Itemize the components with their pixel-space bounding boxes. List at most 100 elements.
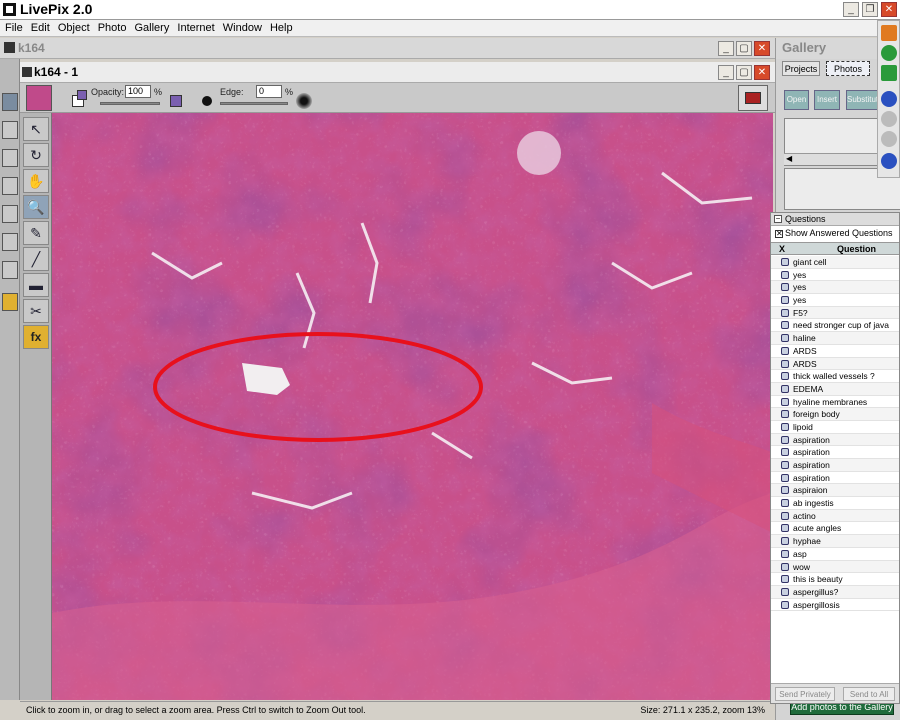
question-row[interactable]: yes xyxy=(771,281,899,295)
strip-icon-3[interactable] xyxy=(2,149,18,167)
question-status-icon[interactable] xyxy=(781,499,789,508)
question-row[interactable]: yes xyxy=(771,269,899,282)
menu-internet[interactable]: Internet xyxy=(172,20,214,34)
menu-edit[interactable]: Edit xyxy=(26,20,50,34)
edge-input[interactable]: 0 xyxy=(256,85,282,98)
strip-icon-7[interactable] xyxy=(2,261,18,279)
inner-close-button[interactable]: ✕ xyxy=(754,65,770,80)
pause-icon[interactable] xyxy=(881,91,897,107)
question-status-icon[interactable] xyxy=(781,258,789,266)
rotate-tool-icon[interactable]: ↻ xyxy=(23,143,49,167)
show-answered-row[interactable]: ✕ Show Answered Questions xyxy=(771,227,899,241)
cutout-tool-icon[interactable]: ✂ xyxy=(23,299,49,323)
question-status-icon[interactable] xyxy=(781,372,789,381)
question-status-icon[interactable] xyxy=(781,461,789,469)
effects-tool-icon[interactable]: fx xyxy=(23,325,49,349)
edge-slider[interactable] xyxy=(220,102,288,105)
insert-button[interactable]: Insert xyxy=(814,90,840,110)
question-status-icon[interactable] xyxy=(781,575,789,584)
hand-tool-icon[interactable]: ✋ xyxy=(23,169,49,193)
restore-button[interactable]: ❐ xyxy=(862,2,878,17)
question-row[interactable]: ARDS xyxy=(771,345,899,358)
outer-restore-button[interactable]: ▢ xyxy=(736,41,752,56)
tab-projects[interactable]: Projects xyxy=(782,61,820,76)
question-status-icon[interactable] xyxy=(781,308,789,317)
question-row[interactable]: aspiraion xyxy=(771,484,899,498)
strip-icon-2[interactable] xyxy=(2,121,18,139)
question-row[interactable]: F5? xyxy=(771,306,899,320)
send-to-all-button[interactable]: Send to All xyxy=(843,687,895,701)
question-row[interactable]: EDEMA xyxy=(771,382,899,396)
question-row[interactable]: ab ingestis xyxy=(771,497,899,510)
question-status-icon[interactable] xyxy=(781,473,789,482)
rectangle-tool-icon[interactable]: ▬ xyxy=(23,273,49,297)
question-row[interactable]: acute angles xyxy=(771,522,899,536)
question-row[interactable]: ARDS xyxy=(771,357,899,371)
show-answered-checkbox[interactable]: ✕ xyxy=(775,230,783,238)
question-status-icon[interactable] xyxy=(781,600,789,609)
scroll-left-icon[interactable]: ◀ xyxy=(786,154,792,163)
pointer-tool-icon[interactable]: ↖ xyxy=(23,117,49,141)
question-row[interactable]: hyaline membranes xyxy=(771,396,899,409)
line-tool-icon[interactable]: ╱ xyxy=(23,247,49,271)
close-button[interactable]: ✕ xyxy=(881,2,897,17)
inner-restore-button[interactable]: ▢ xyxy=(736,65,752,80)
open-button[interactable]: Open xyxy=(784,90,809,110)
minimize-button[interactable]: _ xyxy=(843,2,859,17)
question-status-icon[interactable] xyxy=(781,562,789,571)
question-row[interactable]: aspiration xyxy=(771,433,899,447)
question-row[interactable]: this is beauty xyxy=(771,573,899,586)
column-question[interactable]: Question xyxy=(837,244,876,254)
outer-close-button[interactable]: ✕ xyxy=(754,41,770,56)
question-status-icon[interactable] xyxy=(781,321,789,330)
question-row[interactable]: asp xyxy=(771,548,899,561)
paint-tool-icon[interactable]: ✎ xyxy=(23,221,49,245)
menu-help[interactable]: Help xyxy=(265,20,293,34)
screen-icon[interactable] xyxy=(881,65,897,81)
question-row[interactable]: haline xyxy=(771,332,899,345)
question-status-icon[interactable] xyxy=(781,587,789,596)
clock-icon[interactable] xyxy=(881,111,897,127)
question-status-icon[interactable] xyxy=(781,511,789,520)
question-row[interactable]: aspiration xyxy=(771,446,899,459)
question-status-icon[interactable] xyxy=(781,334,789,343)
question-status-icon[interactable] xyxy=(781,524,789,533)
menu-photo[interactable]: Photo xyxy=(93,20,127,34)
strip-icon-4[interactable] xyxy=(2,177,18,195)
menu-object[interactable]: Object xyxy=(53,20,90,34)
question-status-icon[interactable] xyxy=(781,410,789,419)
settings-icon[interactable] xyxy=(881,131,897,147)
opacity-slider[interactable] xyxy=(100,102,160,105)
strip-icon-6[interactable] xyxy=(2,233,18,251)
camera-button[interactable] xyxy=(738,85,768,111)
question-row[interactable]: aspiration xyxy=(771,459,899,472)
current-selection-thumbnail[interactable] xyxy=(26,85,52,111)
pen-icon[interactable] xyxy=(881,153,897,169)
question-status-icon[interactable] xyxy=(781,359,789,368)
outer-minimize-button[interactable]: _ xyxy=(718,41,734,56)
question-status-icon[interactable] xyxy=(781,270,789,279)
question-row[interactable]: actino xyxy=(771,509,899,523)
zoom-tool-icon[interactable]: 🔍 xyxy=(23,195,49,219)
microphone-icon[interactable] xyxy=(881,45,897,61)
question-row[interactable]: yes xyxy=(771,294,899,307)
question-row[interactable]: aspergillosis xyxy=(771,599,899,612)
opacity-input[interactable]: 100 xyxy=(125,85,151,98)
question-status-icon[interactable] xyxy=(781,296,789,305)
question-row[interactable]: thick walled vessels ? xyxy=(771,370,899,383)
column-x[interactable]: X xyxy=(779,244,785,254)
question-row[interactable]: wow xyxy=(771,560,899,574)
question-status-icon[interactable] xyxy=(781,397,789,406)
question-row[interactable]: aspergillus? xyxy=(771,585,899,599)
substitute-button[interactable]: Substitute xyxy=(846,90,880,110)
question-row[interactable]: lipoid xyxy=(771,421,899,434)
tab-photos[interactable]: Photos xyxy=(826,61,870,76)
question-row[interactable]: need stronger cup of java xyxy=(771,319,899,333)
menu-file[interactable]: File xyxy=(0,20,23,34)
question-status-icon[interactable] xyxy=(781,422,789,431)
minus-icon[interactable] xyxy=(881,25,897,41)
question-status-icon[interactable] xyxy=(781,486,789,495)
question-status-icon[interactable] xyxy=(781,435,789,444)
question-status-icon[interactable] xyxy=(781,283,789,292)
question-row[interactable]: foreign body xyxy=(771,408,899,421)
